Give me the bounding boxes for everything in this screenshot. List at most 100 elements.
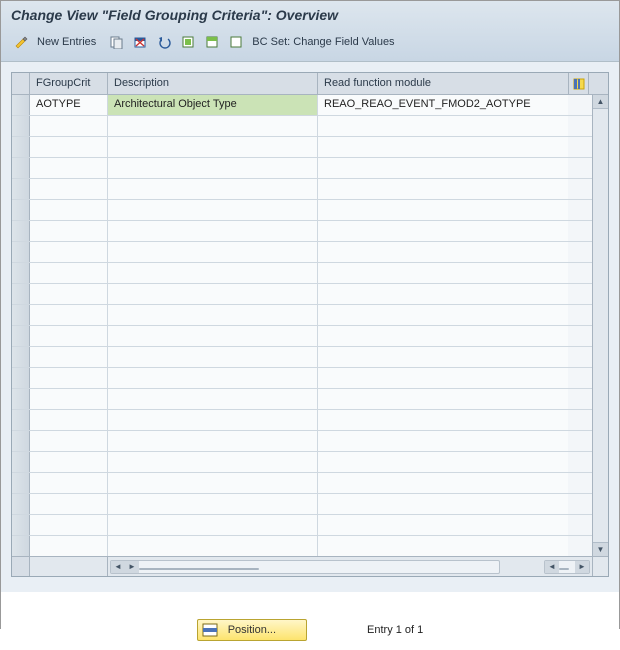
grid-body: AOTYPEArchitectural Object TypeREAO_REAO…: [12, 95, 592, 556]
cell-c1[interactable]: AOTYPE: [30, 95, 108, 115]
table-row: [12, 158, 592, 179]
horizontal-scroll-area: ◄ ► ◄ ►: [12, 556, 608, 576]
hscroll2-left-icon[interactable]: ◄: [545, 561, 559, 573]
table-row: [12, 284, 592, 305]
row-selector[interactable]: [12, 515, 30, 535]
row-selector[interactable]: [12, 137, 30, 157]
cell-c1: [30, 389, 108, 409]
configure-columns-icon[interactable]: [568, 73, 588, 94]
cell-c3: [318, 368, 568, 388]
row-selector[interactable]: [12, 242, 30, 262]
cell-c2: [108, 473, 318, 493]
cell-c2[interactable]: Architectural Object Type: [108, 95, 318, 115]
cell-c1: [30, 410, 108, 430]
cell-c1: [30, 431, 108, 451]
cell-c3: [318, 158, 568, 178]
cell-c1: [30, 200, 108, 220]
cell-c3: [318, 263, 568, 283]
row-selector[interactable]: [12, 389, 30, 409]
row-selector[interactable]: [12, 158, 30, 178]
cell-c2: [108, 368, 318, 388]
scroll-up-icon[interactable]: ▲: [593, 95, 608, 109]
cell-c2: [108, 410, 318, 430]
table-row: [12, 452, 592, 473]
cell-c2: [108, 221, 318, 241]
toolbar: New Entries BC Set: Change Field Values: [11, 31, 609, 53]
col-header-readfunc[interactable]: Read function module: [318, 73, 568, 94]
hscroll2-thumb[interactable]: [559, 568, 569, 570]
cell-c2: [108, 305, 318, 325]
table-row: [12, 347, 592, 368]
row-selector[interactable]: [12, 347, 30, 367]
row-selector[interactable]: [12, 116, 30, 136]
cell-c2: [108, 137, 318, 157]
cell-c1: [30, 452, 108, 472]
row-selector[interactable]: [12, 284, 30, 304]
hscroll-fixed-gap: [30, 557, 108, 576]
cell-c1: [30, 179, 108, 199]
cell-c3: [318, 116, 568, 136]
row-selector[interactable]: [12, 452, 30, 472]
cell-c3: [318, 137, 568, 157]
row-selector[interactable]: [12, 473, 30, 493]
col-header-fgroupcrit[interactable]: FGroupCrit: [30, 73, 108, 94]
cell-c3[interactable]: REAO_REAO_EVENT_FMOD2_AOTYPE: [318, 95, 568, 115]
deselect-all-icon[interactable]: [226, 33, 246, 51]
hscroll-left-icon[interactable]: ◄: [111, 561, 125, 573]
cell-c1: [30, 305, 108, 325]
position-icon: [202, 623, 218, 637]
cell-c1: [30, 347, 108, 367]
select-block-icon[interactable]: [202, 33, 222, 51]
hscroll-thumb[interactable]: [139, 568, 259, 570]
cell-c3: [318, 242, 568, 262]
cell-c2: [108, 158, 318, 178]
position-button[interactable]: Position...: [197, 619, 307, 641]
cell-c3: [318, 305, 568, 325]
hscroll-corner: [12, 557, 30, 576]
hscrollbar-main[interactable]: ◄ ►: [110, 560, 500, 574]
vertical-scrollbar[interactable]: ▲ ▼: [592, 95, 608, 556]
cell-c2: [108, 179, 318, 199]
row-selector[interactable]: [12, 368, 30, 388]
select-all-icon[interactable]: [178, 33, 198, 51]
col-header-description[interactable]: Description: [108, 73, 318, 94]
delete-icon[interactable]: [130, 33, 150, 51]
table-row: [12, 200, 592, 221]
cell-c3: [318, 536, 568, 556]
copy-as-icon[interactable]: [106, 33, 126, 51]
row-selector[interactable]: [12, 431, 30, 451]
cell-c1: [30, 494, 108, 514]
row-selector[interactable]: [12, 494, 30, 514]
footer: Position... Entry 1 of 1: [1, 592, 619, 650]
table-row: [12, 515, 592, 536]
new-entries-button[interactable]: New Entries: [35, 36, 102, 48]
undo-icon[interactable]: [154, 33, 174, 51]
cell-c3: [318, 347, 568, 367]
cell-c3: [318, 494, 568, 514]
table-row: [12, 389, 592, 410]
table-row: [12, 431, 592, 452]
row-selector[interactable]: [12, 410, 30, 430]
row-selector[interactable]: [12, 263, 30, 283]
cell-c3: [318, 452, 568, 472]
page-title: Change View "Field Grouping Criteria": O…: [11, 7, 609, 23]
cell-c3: [318, 200, 568, 220]
row-selector[interactable]: [12, 200, 30, 220]
row-selector[interactable]: [12, 221, 30, 241]
row-selector[interactable]: [12, 305, 30, 325]
content-area: FGroupCrit Description Read function mod…: [1, 62, 619, 592]
hscroll-right-icon[interactable]: ►: [125, 561, 139, 573]
row-selector[interactable]: [12, 179, 30, 199]
hscroll2-right-icon[interactable]: ►: [575, 561, 589, 573]
cell-c3: [318, 221, 568, 241]
cell-c3: [318, 389, 568, 409]
scroll-down-icon[interactable]: ▼: [593, 542, 608, 556]
hscrollbar-secondary[interactable]: ◄ ►: [544, 560, 590, 574]
bcset-button[interactable]: BC Set: Change Field Values: [250, 36, 400, 48]
row-selector[interactable]: [12, 326, 30, 346]
row-selector[interactable]: [12, 536, 30, 556]
cell-c2: [108, 494, 318, 514]
row-selector[interactable]: [12, 95, 30, 115]
row-selector-header: [12, 73, 30, 94]
toggle-edit-icon[interactable]: [11, 33, 31, 51]
